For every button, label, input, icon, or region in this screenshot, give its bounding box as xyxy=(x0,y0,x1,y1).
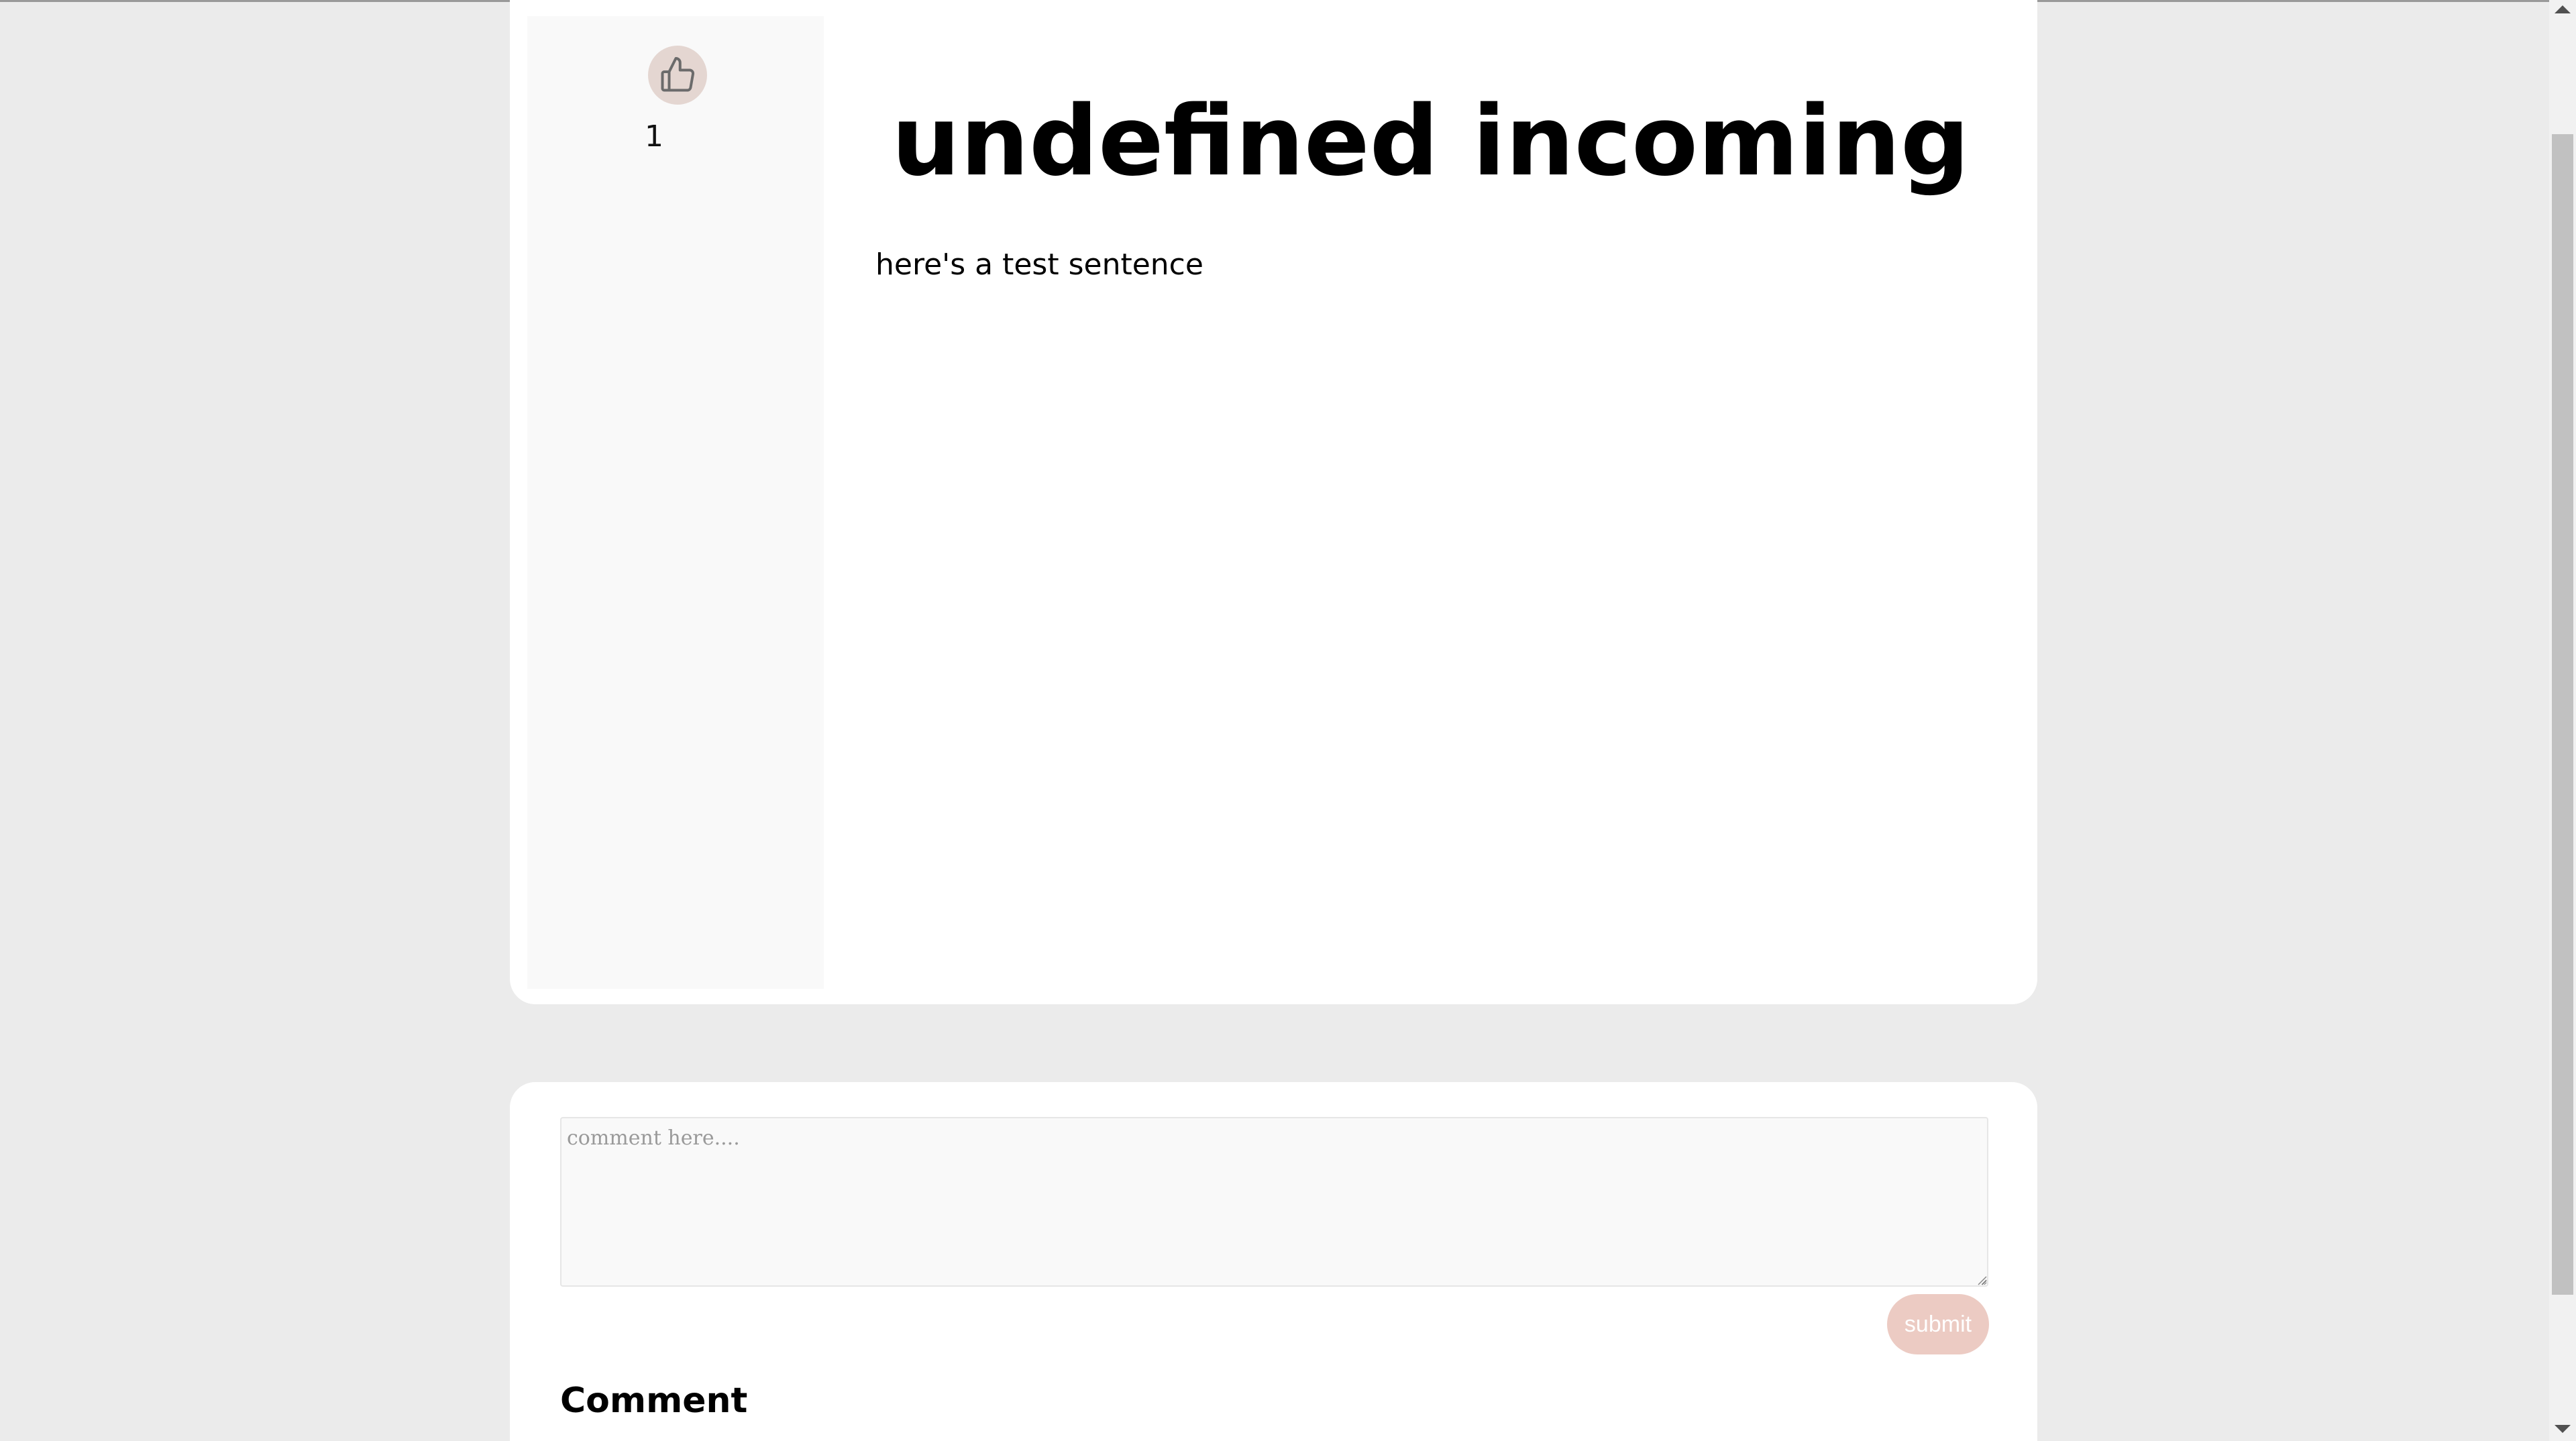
thumbs-up-icon xyxy=(661,57,695,92)
vertical-scrollbar[interactable] xyxy=(2549,0,2576,1441)
submit-button[interactable]: submit xyxy=(1887,1294,1989,1354)
scrollbar-thumb[interactable] xyxy=(2552,134,2573,1295)
comments-heading: Comment xyxy=(560,1381,748,1421)
post-body: here's a test sentence xyxy=(875,248,1203,282)
comment-card: submit Comment xyxy=(510,1082,2037,1441)
like-button[interactable] xyxy=(648,46,707,105)
scroll-up-arrow-icon[interactable] xyxy=(2555,5,2571,13)
like-count: 1 xyxy=(645,119,663,154)
scroll-down-arrow-icon[interactable] xyxy=(2555,1425,2571,1433)
comment-input[interactable] xyxy=(560,1117,1988,1287)
page-viewport: 1 undefined incoming here's a test sente… xyxy=(0,0,2549,1441)
post-title: undefined incoming xyxy=(891,85,1970,197)
vote-column: 1 xyxy=(527,16,824,989)
resize-grip-icon[interactable] xyxy=(1976,1275,1987,1285)
post-card: 1 undefined incoming here's a test sente… xyxy=(510,0,2037,1004)
